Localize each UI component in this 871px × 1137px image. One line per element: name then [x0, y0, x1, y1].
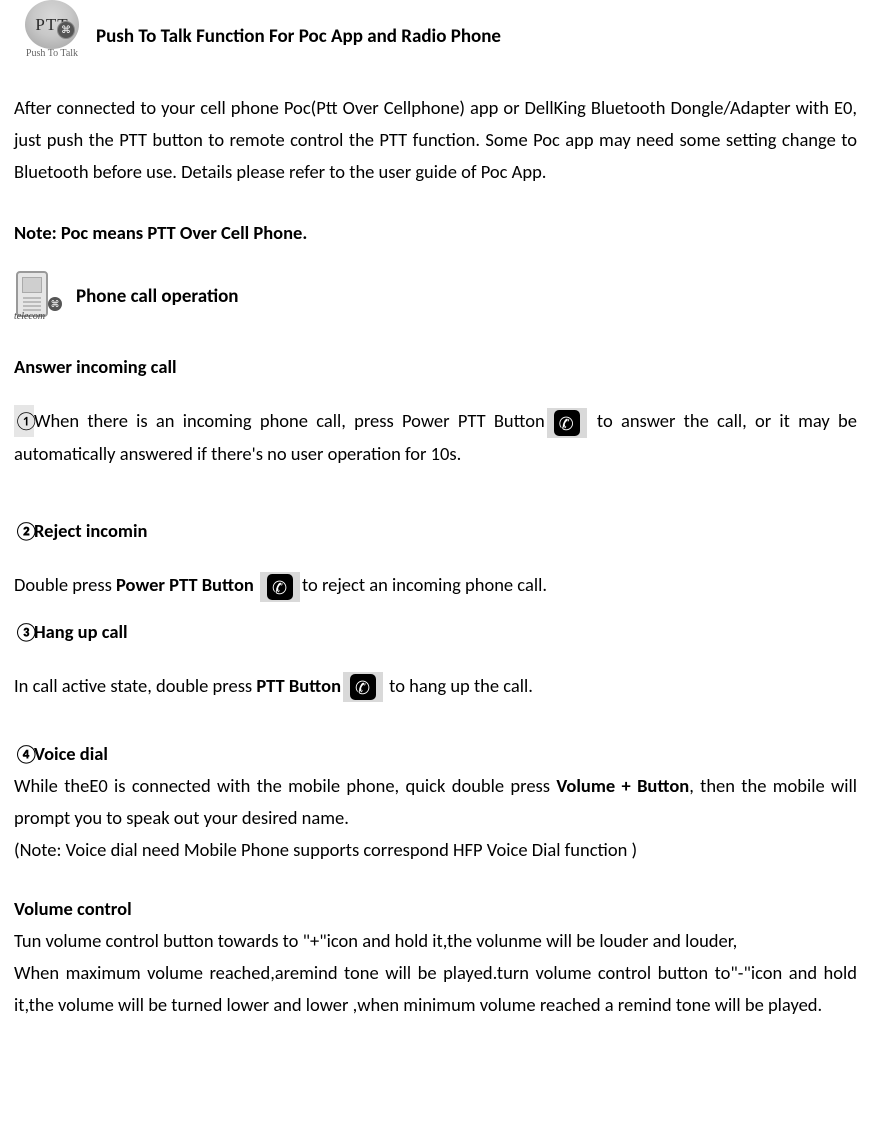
hangup-heading-text: Hang up call — [34, 620, 128, 643]
answer-pre: When there is an incoming phone call, pr… — [34, 409, 545, 432]
phone-section-heading: Phone call operation — [76, 281, 238, 314]
page-title: Push To Talk Function For Poc App and Ra… — [96, 21, 501, 62]
hangup-pre: In call active state, double press — [14, 674, 256, 697]
intro-paragraph: After connected to your cell phone Poc(P… — [14, 92, 857, 187]
voicedial-heading-text: Voice dial — [34, 742, 108, 765]
hangup-marker: ③ — [14, 616, 34, 648]
telecom-label: telecom — [14, 308, 45, 325]
answer-body: ①When there is an incoming phone call, p… — [14, 405, 857, 469]
reject-bold: Power PTT Button — [116, 573, 258, 596]
ptt-circle-icon: PTT ⌘ — [25, 0, 79, 49]
bluetooth-small-icon: ⌘ — [48, 297, 62, 311]
reject-post: to reject an incoming phone call. — [302, 573, 547, 596]
voicedial-marker: ④ — [14, 738, 34, 770]
voicedial-line1: While theE0 is connected with the mobile… — [14, 770, 857, 834]
reject-heading: ②Reject incomin — [14, 515, 857, 547]
phone-button-icon — [547, 408, 587, 438]
reject-marker: ② — [14, 515, 34, 547]
hangup-body: In call active state, double press PTT B… — [14, 670, 857, 703]
voicedial-l1-pre: While theE0 is connected with the mobile… — [14, 774, 556, 797]
header-row: PTT ⌘ Push To Talk Push To Talk Function… — [14, 0, 857, 62]
hangup-bold: PTT Button — [256, 674, 341, 697]
hangup-heading: ③Hang up call — [14, 616, 857, 648]
phone-section-header: ⌘ telecom Phone call operation — [14, 271, 857, 323]
volume-line1: Tun volume control button towards to "+"… — [14, 925, 857, 957]
phone-button-icon — [343, 672, 383, 702]
voicedial-heading: ④Voice dial — [14, 738, 857, 770]
voicedial-line2: (Note: Voice dial need Mobile Phone supp… — [14, 834, 857, 866]
answer-heading: Answer incoming call — [14, 351, 857, 383]
reject-body: Double press Power PTT Button to reject … — [14, 569, 857, 602]
reject-heading-text: Reject incomin — [34, 519, 147, 542]
volume-heading: Volume control — [14, 893, 857, 925]
bluetooth-icon: ⌘ — [57, 21, 75, 39]
telecom-icon: ⌘ telecom — [14, 271, 64, 323]
voicedial-l1-bold: Volume + Button — [556, 774, 689, 797]
note-line: Note: Poc means PTT Over Cell Phone. — [14, 217, 857, 249]
phone-button-icon — [260, 572, 300, 602]
hangup-post: to hang up the call. — [385, 674, 533, 697]
volume-line2: When maximum volume reached,aremind tone… — [14, 957, 857, 1021]
ptt-logo: PTT ⌘ Push To Talk — [14, 0, 90, 62]
reject-pre: Double press — [14, 573, 116, 596]
answer-marker: ① — [14, 405, 34, 437]
